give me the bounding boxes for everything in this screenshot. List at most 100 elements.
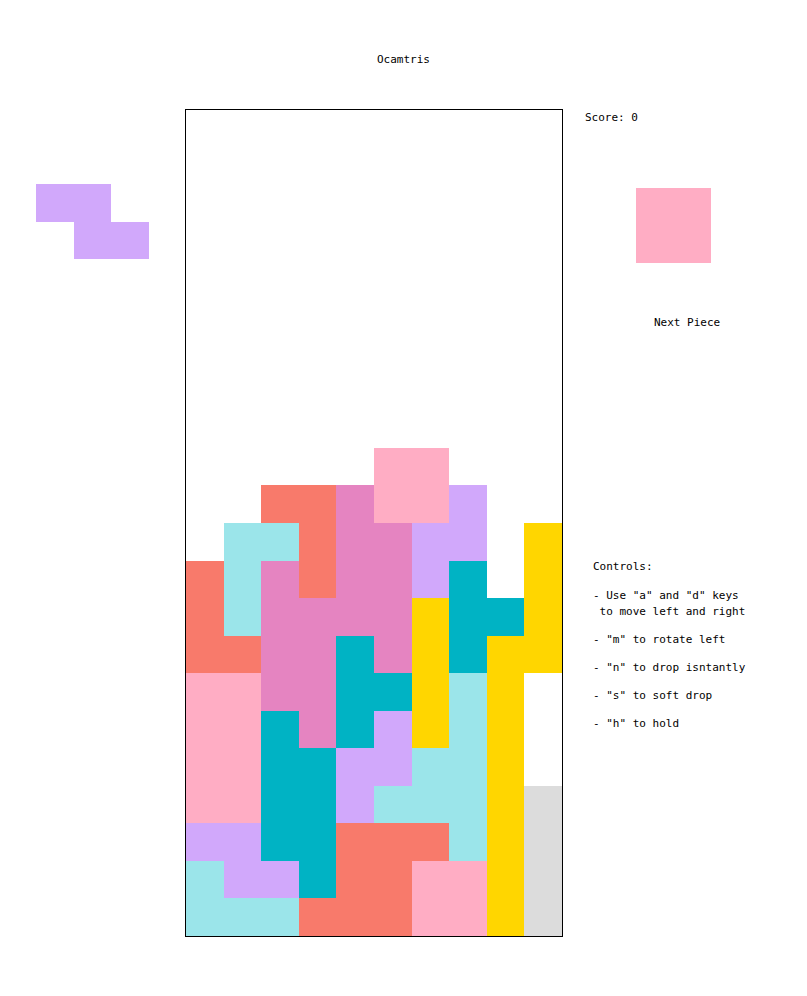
board-cell xyxy=(412,410,450,448)
board-cell xyxy=(374,786,412,824)
board-cell xyxy=(224,898,262,936)
board-cell xyxy=(524,561,562,599)
board-cell xyxy=(261,561,299,599)
board-cell xyxy=(524,786,562,824)
board-cell xyxy=(336,335,374,373)
piece-cell xyxy=(74,222,112,260)
board-cell xyxy=(186,223,224,261)
board-cell xyxy=(412,485,450,523)
board-cell xyxy=(224,748,262,786)
board-cell xyxy=(412,598,450,636)
board-cell xyxy=(261,110,299,148)
board-cell xyxy=(524,335,562,373)
board-cell xyxy=(374,373,412,411)
board-cell xyxy=(186,260,224,298)
board-cell xyxy=(336,260,374,298)
board-cell xyxy=(374,523,412,561)
board-cell xyxy=(449,898,487,936)
board-cell xyxy=(299,786,337,824)
board-cell xyxy=(487,485,525,523)
board-cell xyxy=(224,561,262,599)
board-cell xyxy=(336,448,374,486)
control-item: - "s" to soft drop xyxy=(593,688,745,704)
board-cell xyxy=(524,711,562,749)
board-cell xyxy=(487,148,525,186)
board-cell xyxy=(224,298,262,336)
board-cell xyxy=(224,410,262,448)
board-cell xyxy=(487,786,525,824)
board-cell xyxy=(299,598,337,636)
board-cell xyxy=(261,410,299,448)
board-cell xyxy=(261,373,299,411)
board-cell xyxy=(524,636,562,674)
board-cell xyxy=(524,485,562,523)
board-cell xyxy=(186,823,224,861)
board-cell xyxy=(524,148,562,186)
piece-cell xyxy=(674,225,712,263)
board-cell xyxy=(412,223,450,261)
board-cell xyxy=(261,598,299,636)
board-cell xyxy=(336,485,374,523)
board-cell xyxy=(336,786,374,824)
board-cell xyxy=(261,485,299,523)
board-cell xyxy=(374,898,412,936)
board-cell xyxy=(524,448,562,486)
board-cell xyxy=(336,748,374,786)
board-cell xyxy=(412,561,450,599)
board-cell xyxy=(374,148,412,186)
board-cell xyxy=(299,823,337,861)
board-cell xyxy=(299,410,337,448)
board-cell xyxy=(524,410,562,448)
board-cell xyxy=(299,673,337,711)
board-cell xyxy=(186,523,224,561)
board-cell xyxy=(336,711,374,749)
score-label: Score: 0 xyxy=(585,109,745,127)
board-cell xyxy=(186,786,224,824)
board-cell xyxy=(299,185,337,223)
board-cell xyxy=(186,185,224,223)
board-cell xyxy=(449,598,487,636)
board-cell xyxy=(224,636,262,674)
board-cell xyxy=(524,185,562,223)
board-cell xyxy=(186,673,224,711)
board-cell xyxy=(524,823,562,861)
hold-piece xyxy=(36,184,185,259)
board-cell xyxy=(186,110,224,148)
board-cell xyxy=(186,598,224,636)
board-cell xyxy=(412,748,450,786)
board-cell xyxy=(449,335,487,373)
next-piece xyxy=(636,188,711,263)
board-cell xyxy=(487,636,525,674)
board-cell xyxy=(374,636,412,674)
board-cell xyxy=(487,185,525,223)
board-cell xyxy=(186,148,224,186)
board-cell xyxy=(524,748,562,786)
board-cell xyxy=(449,110,487,148)
board-cell xyxy=(487,561,525,599)
board-cell xyxy=(336,673,374,711)
board-cell xyxy=(299,448,337,486)
board-cell xyxy=(374,223,412,261)
board-cell xyxy=(524,673,562,711)
board-cell xyxy=(412,185,450,223)
board-cell xyxy=(224,260,262,298)
board-cell xyxy=(186,485,224,523)
board-cell xyxy=(186,298,224,336)
board-cell xyxy=(487,223,525,261)
board-cell xyxy=(186,373,224,411)
board-cell xyxy=(412,823,450,861)
board-cell xyxy=(449,748,487,786)
board-cell xyxy=(449,561,487,599)
board-cell xyxy=(261,786,299,824)
board-cell xyxy=(412,898,450,936)
board-cell xyxy=(299,711,337,749)
board-cell xyxy=(261,711,299,749)
board-cell xyxy=(299,523,337,561)
board-cell xyxy=(524,373,562,411)
board-cell xyxy=(412,448,450,486)
board-cell xyxy=(261,673,299,711)
board-cell xyxy=(487,898,525,936)
piece-cell xyxy=(636,225,674,263)
controls-title: Controls: xyxy=(593,559,745,576)
board-cell xyxy=(336,298,374,336)
